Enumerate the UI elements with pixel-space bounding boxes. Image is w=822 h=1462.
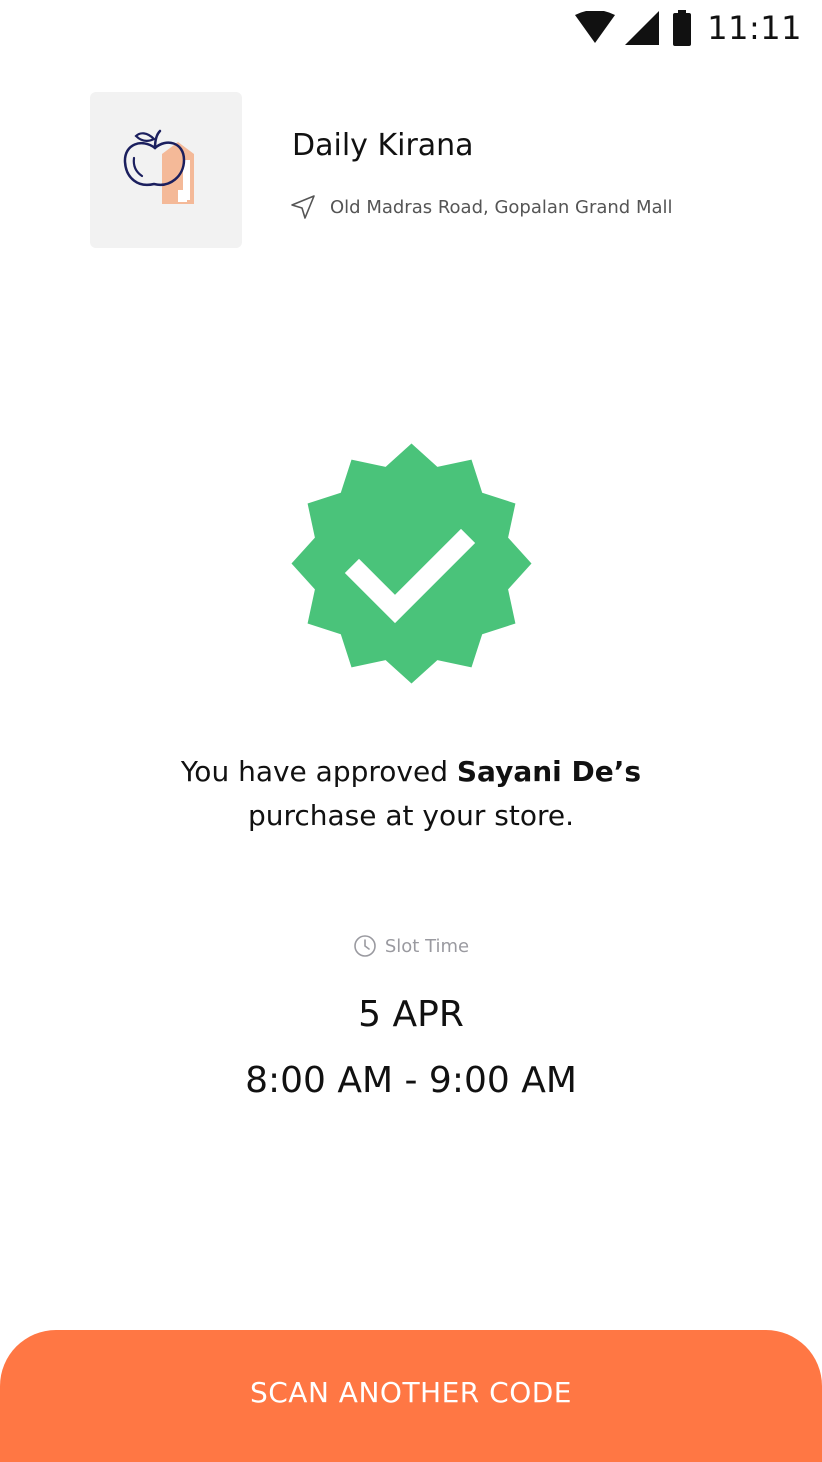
scan-another-code-button[interactable]: SCAN ANOTHER CODE — [0, 1330, 822, 1462]
status-time: 11:11 — [707, 9, 802, 47]
approval-message-suffix: purchase at your store. — [247, 799, 575, 832]
store-name: Daily Kirana — [292, 128, 474, 163]
store-address: Old Madras Road, Gopalan Grand Mall — [330, 196, 673, 218]
battery-icon — [673, 10, 692, 46]
slot-time-range: 8:00 AM - 9:00 AM — [245, 1060, 577, 1101]
slot-date: 5 APR — [358, 994, 464, 1035]
scan-another-code-label: SCAN ANOTHER CODE — [249, 1375, 572, 1409]
approval-message: You have approved Sayani De’s purchase a… — [0, 750, 822, 838]
status-icons: 11:11 — [575, 8, 802, 48]
store-thumbnail — [90, 92, 242, 248]
slot-time-row: Slot Time — [0, 934, 822, 958]
status-bar: 11:11 — [0, 0, 822, 56]
wifi-icon — [575, 11, 616, 43]
signal-icon — [625, 11, 660, 45]
slot-time-label: Slot Time — [384, 935, 470, 957]
customer-name: Sayani De’s — [456, 755, 642, 788]
clock-icon — [354, 935, 376, 957]
approval-message-prefix: You have approved — [180, 755, 457, 788]
grocery-icon — [123, 129, 194, 204]
navigation-arrow-icon — [291, 195, 315, 219]
store-address-row: Old Madras Road, Gopalan Grand Mall — [290, 194, 673, 220]
verified-badge-icon — [291, 443, 532, 684]
